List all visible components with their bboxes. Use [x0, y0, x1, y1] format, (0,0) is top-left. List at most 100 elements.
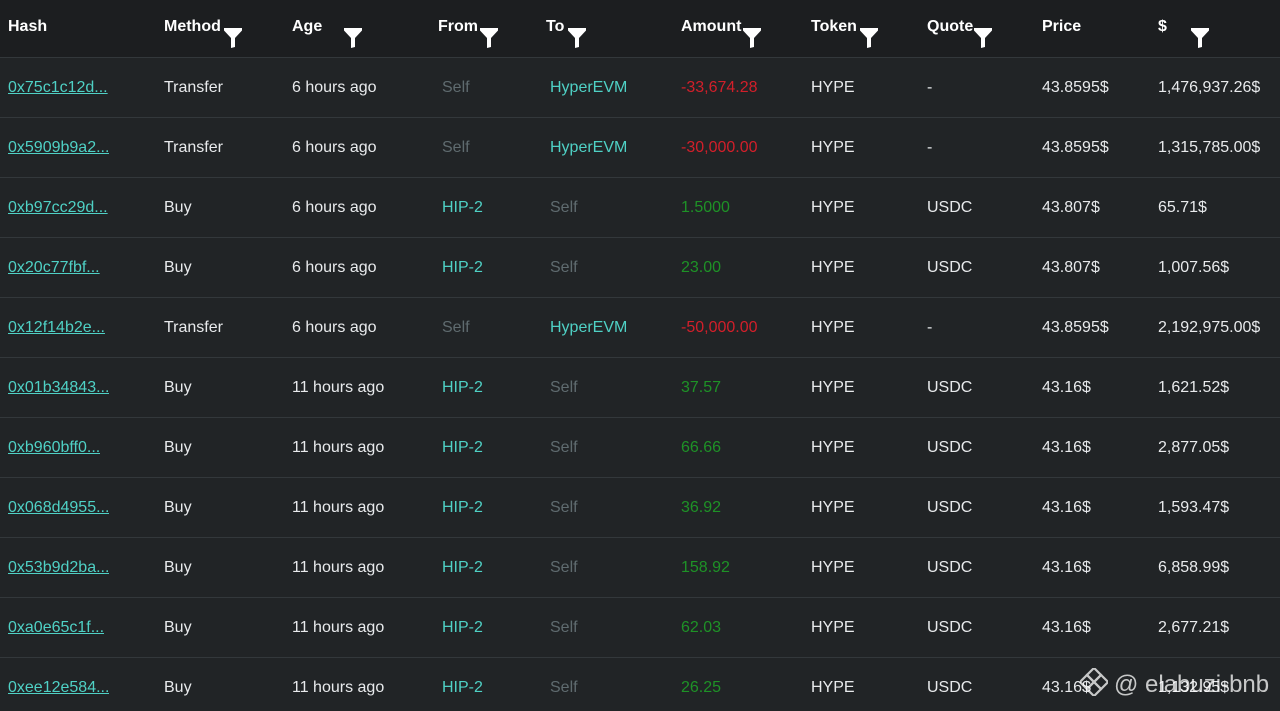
method-cell: Transfer	[164, 79, 223, 96]
method-cell: Buy	[164, 619, 192, 636]
from-cell: HIP-2	[442, 439, 483, 456]
tx-hash-link[interactable]: 0x53b9d2ba...	[8, 538, 109, 597]
to-cell: Self	[550, 439, 578, 456]
price-cell: 43.8595$	[1042, 319, 1109, 336]
to-cell: Self	[550, 679, 578, 696]
tx-hash-link[interactable]: 0x12f14b2e...	[8, 298, 105, 357]
column-header-label: From	[438, 18, 478, 35]
table-row: 0xb960bff0... Buy 11 hours ago HIP-2 Sel…	[0, 418, 1280, 478]
token-cell: HYPE	[811, 379, 855, 396]
price-cell: 43.16$	[1042, 619, 1091, 636]
tx-hash-link[interactable]: 0xa0e65c1f...	[8, 598, 104, 657]
filter-icon[interactable]	[480, 17, 498, 48]
tx-hash-link[interactable]: 0x20c77fbf...	[8, 238, 100, 297]
amount-cell: 37.57	[681, 379, 722, 396]
age-cell: 11 hours ago	[292, 379, 385, 396]
to-cell: HyperEVM	[550, 319, 628, 336]
column-header-label: $	[1158, 18, 1167, 35]
quote-cell: -	[927, 139, 933, 156]
amount-cell: 62.03	[681, 619, 722, 636]
token-cell: HYPE	[811, 139, 855, 156]
filter-icon[interactable]	[344, 17, 362, 48]
table-row: 0x20c77fbf... Buy 6 hours ago HIP-2 Self…	[0, 238, 1280, 298]
from-cell: HIP-2	[442, 499, 483, 516]
usd-value-cell: 1,476,937.26$	[1158, 79, 1261, 96]
token-cell: HYPE	[811, 559, 855, 576]
price-cell: 43.807$	[1042, 259, 1100, 276]
column-header-label: Token	[811, 18, 857, 35]
column-header-hash: Hash	[8, 0, 47, 57]
quote-cell: USDC	[927, 259, 973, 276]
amount-cell: 26.25	[681, 679, 722, 696]
age-cell: 6 hours ago	[292, 319, 377, 336]
price-cell: 43.16$	[1042, 679, 1091, 696]
amount-cell: -50,000.00	[681, 319, 758, 336]
method-cell: Buy	[164, 259, 192, 276]
table-row: 0xb97cc29d... Buy 6 hours ago HIP-2 Self…	[0, 178, 1280, 238]
quote-cell: USDC	[927, 619, 973, 636]
table-row: 0x12f14b2e... Transfer 6 hours ago Self …	[0, 298, 1280, 358]
usd-value-cell: 6,858.99$	[1158, 559, 1230, 576]
token-cell: HYPE	[811, 679, 855, 696]
to-cell: Self	[550, 619, 578, 636]
table-row: 0x5909b9a2... Transfer 6 hours ago Self …	[0, 118, 1280, 178]
quote-cell: -	[927, 319, 933, 336]
tx-hash-link[interactable]: 0xb97cc29d...	[8, 178, 108, 237]
age-cell: 6 hours ago	[292, 259, 377, 276]
column-header-method: Method	[164, 0, 242, 57]
column-header-from: From	[438, 0, 498, 57]
method-cell: Buy	[164, 439, 192, 456]
quote-cell: USDC	[927, 379, 973, 396]
price-cell: 43.16$	[1042, 379, 1091, 396]
table-row: 0xa0e65c1f... Buy 11 hours ago HIP-2 Sel…	[0, 598, 1280, 658]
column-header-price: Price	[1042, 0, 1081, 57]
filter-icon[interactable]	[743, 17, 761, 48]
quote-cell: USDC	[927, 679, 973, 696]
tx-hash-link[interactable]: 0xb960bff0...	[8, 418, 100, 477]
amount-cell: -33,674.28	[681, 79, 758, 96]
from-cell: Self	[442, 139, 470, 156]
method-cell: Buy	[164, 379, 192, 396]
column-header-age: Age	[292, 0, 362, 57]
usd-value-cell: 1,132.95$	[1158, 679, 1230, 696]
to-cell: Self	[550, 499, 578, 516]
table-row: 0x068d4955... Buy 11 hours ago HIP-2 Sel…	[0, 478, 1280, 538]
filter-icon[interactable]	[224, 17, 242, 48]
tx-hash-link[interactable]: 0xee12e584...	[8, 658, 109, 711]
tx-hash-link[interactable]: 0x068d4955...	[8, 478, 109, 537]
quote-cell: USDC	[927, 439, 973, 456]
usd-value-cell: 2,192,975.00$	[1158, 319, 1261, 336]
from-cell: HIP-2	[442, 619, 483, 636]
amount-cell: 23.00	[681, 259, 722, 276]
quote-cell: USDC	[927, 559, 973, 576]
tx-hash-link[interactable]: 0x75c1c12d...	[8, 58, 108, 117]
filter-icon[interactable]	[1191, 17, 1209, 48]
usd-value-cell: 65.71$	[1158, 199, 1207, 216]
column-header-label: Method	[164, 18, 221, 35]
usd-value-cell: 2,677.21$	[1158, 619, 1230, 636]
amount-cell: 66.66	[681, 439, 722, 456]
column-header-label: Price	[1042, 18, 1082, 35]
from-cell: HIP-2	[442, 199, 483, 216]
table-row: 0x53b9d2ba... Buy 11 hours ago HIP-2 Sel…	[0, 538, 1280, 598]
quote-cell: USDC	[927, 199, 973, 216]
age-cell: 11 hours ago	[292, 439, 385, 456]
column-header-label: Amount	[681, 18, 742, 35]
filter-icon[interactable]	[974, 17, 992, 48]
column-header-usd: $	[1158, 0, 1209, 57]
method-cell: Transfer	[164, 139, 223, 156]
token-cell: HYPE	[811, 319, 855, 336]
method-cell: Transfer	[164, 319, 223, 336]
usd-value-cell: 1,621.52$	[1158, 379, 1230, 396]
filter-icon[interactable]	[860, 17, 878, 48]
from-cell: HIP-2	[442, 259, 483, 276]
price-cell: 43.16$	[1042, 499, 1091, 516]
filter-icon[interactable]	[568, 17, 586, 48]
to-cell: HyperEVM	[550, 139, 628, 156]
tx-hash-link[interactable]: 0x01b34843...	[8, 358, 109, 417]
usd-value-cell: 1,315,785.00$	[1158, 139, 1261, 156]
token-cell: HYPE	[811, 79, 855, 96]
price-cell: 43.16$	[1042, 559, 1091, 576]
tx-hash-link[interactable]: 0x5909b9a2...	[8, 118, 109, 177]
usd-value-cell: 1,007.56$	[1158, 259, 1230, 276]
